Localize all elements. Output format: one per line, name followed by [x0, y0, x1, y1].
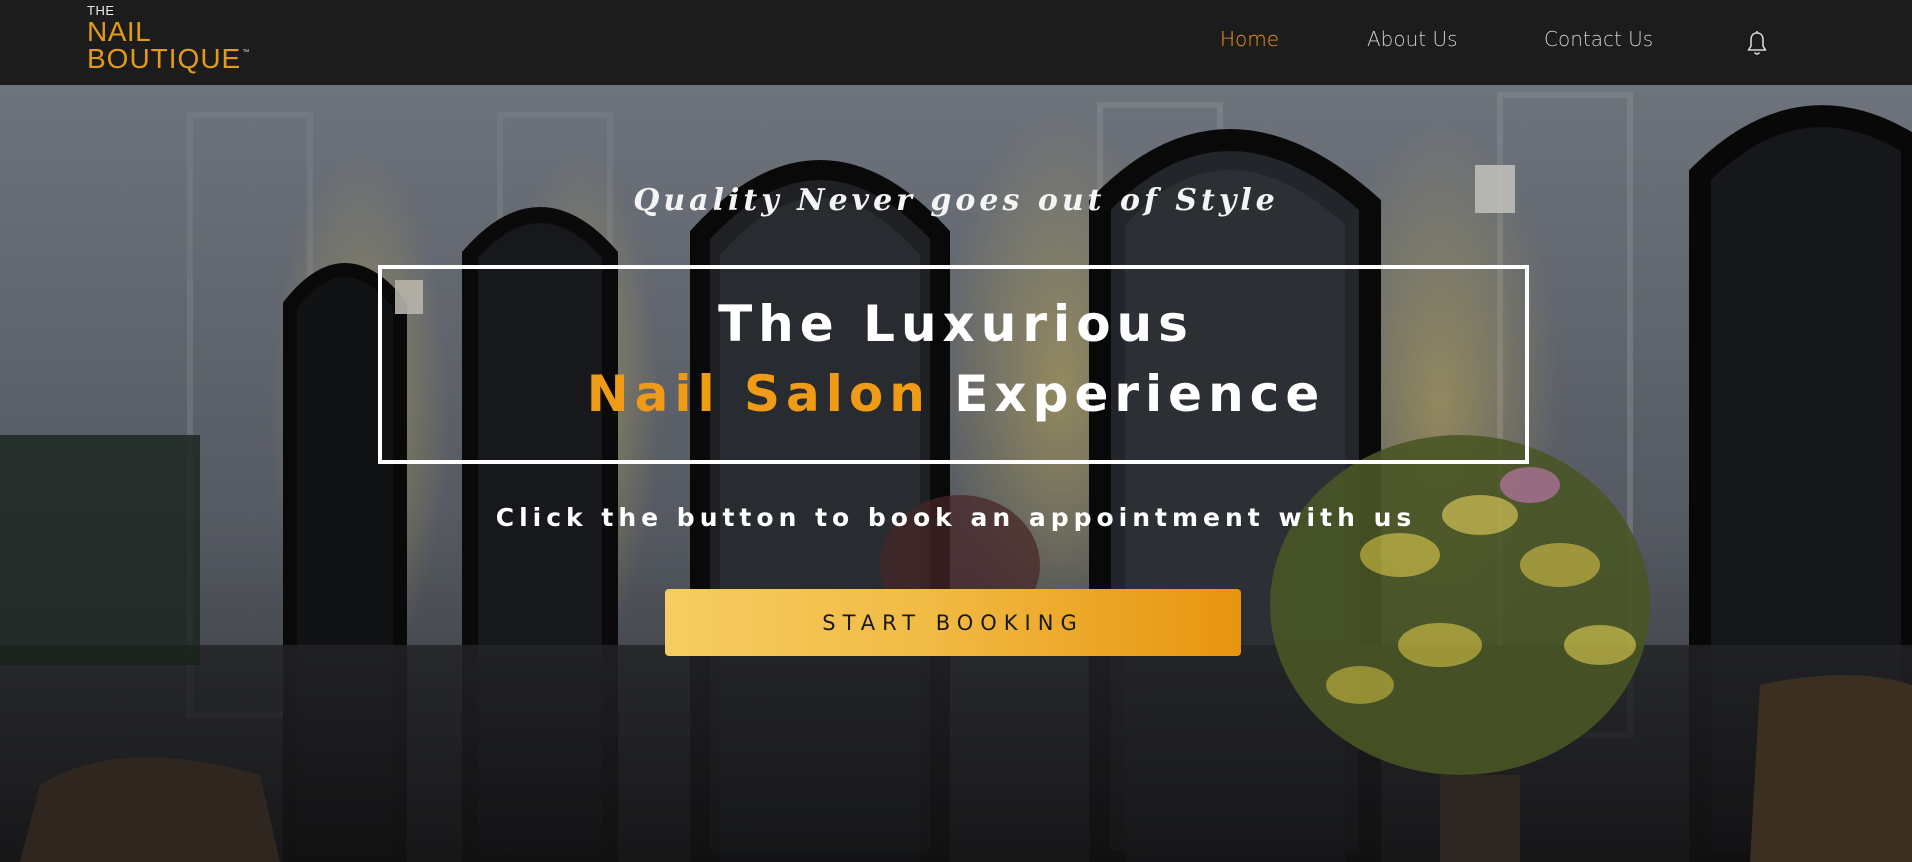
start-booking-button[interactable]: START BOOKING	[665, 589, 1241, 656]
main-nav: Home About Us Contact Us	[0, 27, 1912, 57]
hero-tagline: Quality Never goes out of Style	[633, 183, 1279, 218]
nav-about-us[interactable]: About Us	[1367, 27, 1458, 51]
hero-subtext: Click the button to book an appointment …	[495, 503, 1417, 532]
headline-rest: Experience	[930, 365, 1326, 423]
nav-home[interactable]: Home	[1220, 27, 1279, 51]
site-header: THE NAIL BOUTIQUE™ Home About Us Contact…	[0, 0, 1912, 85]
headline-line-1: The Luxurious	[718, 295, 1194, 353]
bell-icon[interactable]	[1745, 30, 1769, 58]
nav-contact-us[interactable]: Contact Us	[1544, 27, 1653, 51]
headline-line-2: Nail Salon Experience	[0, 365, 1912, 423]
headline-accent: Nail Salon	[586, 365, 931, 423]
hero-section: Quality Never goes out of Style The Luxu…	[0, 85, 1912, 862]
